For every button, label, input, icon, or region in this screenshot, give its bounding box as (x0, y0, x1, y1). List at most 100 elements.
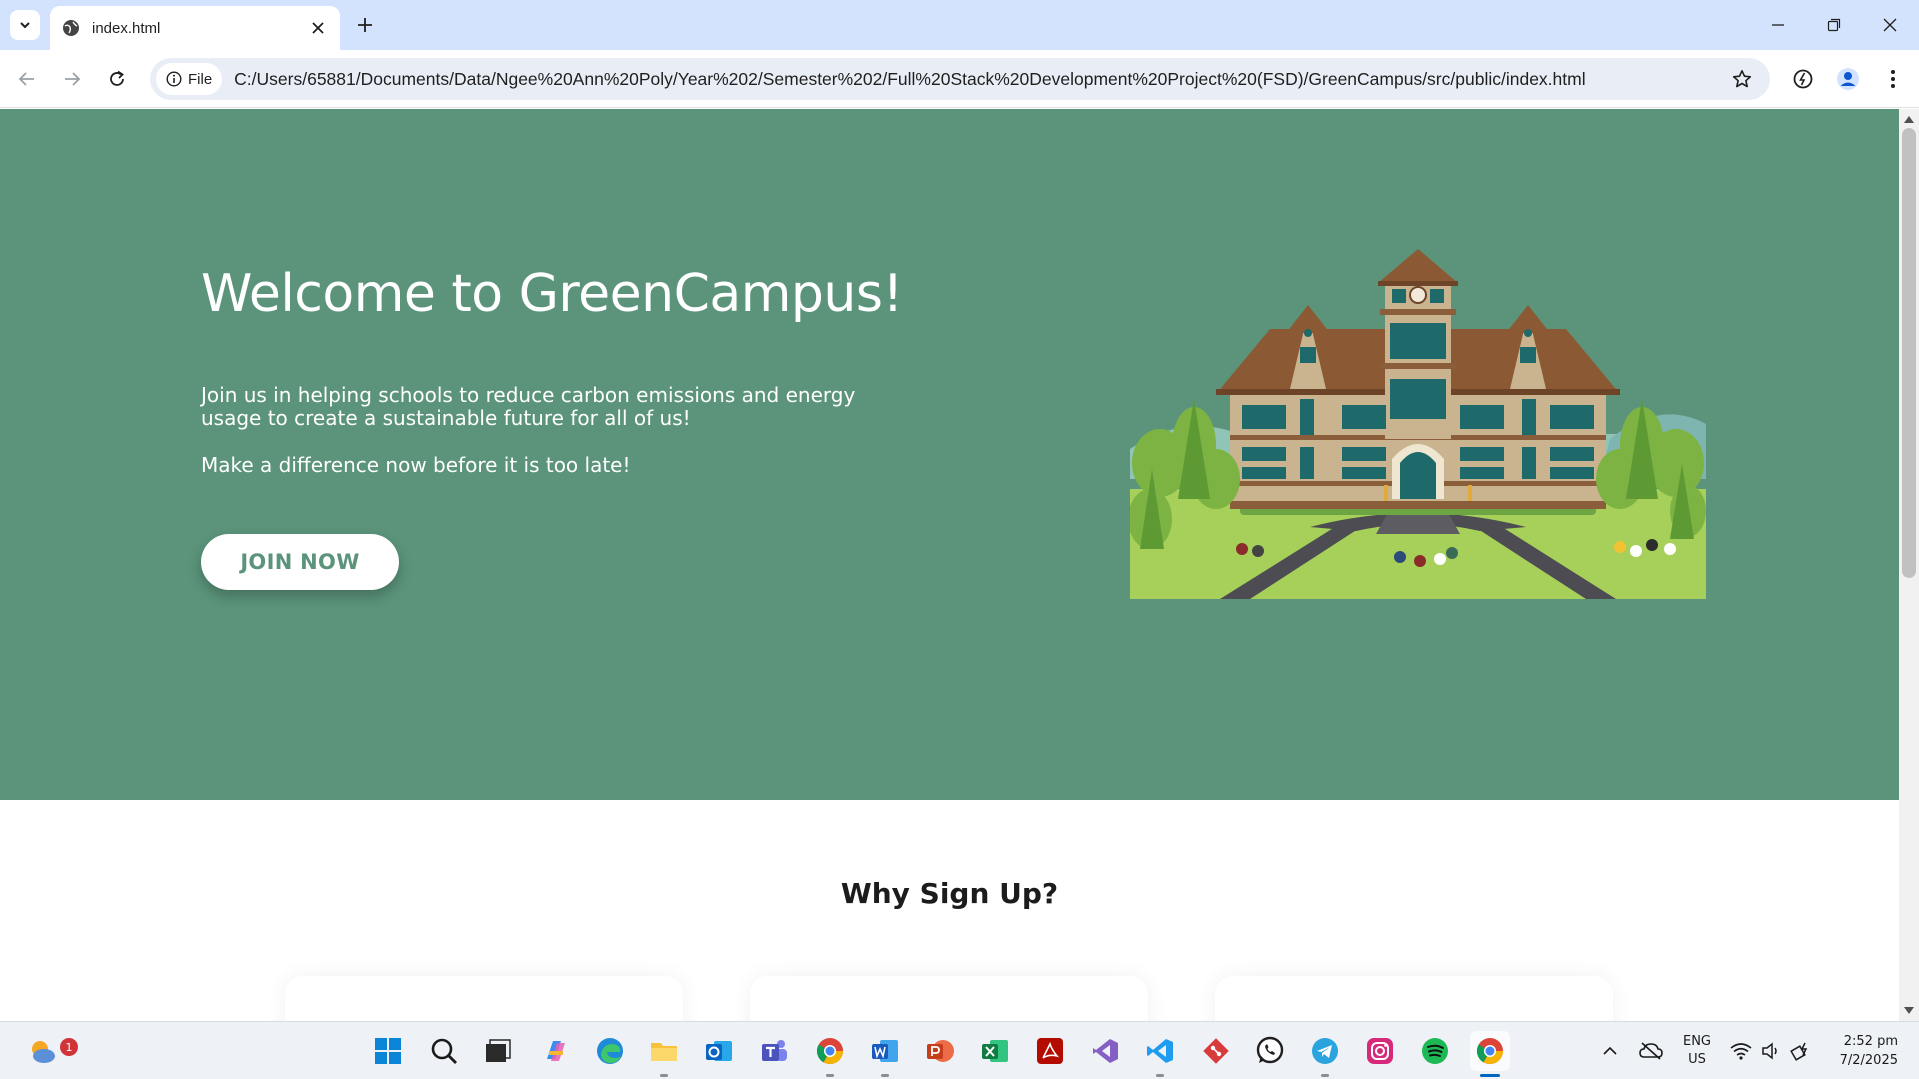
site-info-chip[interactable]: File (156, 63, 223, 95)
scroll-down-button[interactable] (1903, 1005, 1915, 1017)
profile-button[interactable] (1833, 64, 1863, 94)
telegram-icon (1312, 1038, 1338, 1064)
triangle-up-icon (1904, 116, 1914, 123)
taskbar-acrobat[interactable] (1030, 1031, 1070, 1071)
tab-close-button[interactable] (308, 18, 328, 38)
taskbar-vscode[interactable] (1140, 1031, 1180, 1077)
clock[interactable]: 2:52 pm 7/2/2025 (1822, 1030, 1898, 1072)
scroll-up-button[interactable] (1903, 113, 1915, 125)
taskbar-chrome[interactable] (810, 1031, 850, 1077)
quick-settings[interactable] (1730, 1030, 1812, 1072)
cloud-offline-icon (1639, 1042, 1663, 1060)
taskbar-telegram[interactable] (1305, 1031, 1345, 1077)
show-hidden-icons-button[interactable] (1598, 1030, 1622, 1072)
benefit-card (1215, 976, 1613, 1021)
why-sign-up-title: Why Sign Up? (840, 877, 1059, 910)
instagram-icon (1367, 1038, 1393, 1064)
taskbar-visual-studio[interactable] (1085, 1031, 1125, 1071)
running-indicator (1321, 1074, 1329, 1077)
chrome-icon (816, 1038, 844, 1065)
browser-tab-bar: index.html (0, 0, 1919, 50)
teams-icon (762, 1040, 787, 1061)
performance-button[interactable] (1788, 64, 1818, 94)
taskbar-start[interactable] (368, 1031, 408, 1071)
keyboard-layout: US (1688, 1052, 1706, 1067)
taskbar-copilot[interactable] (535, 1031, 575, 1071)
speedometer-icon (1793, 69, 1813, 89)
close-window-button[interactable] (1870, 10, 1910, 40)
globe-icon (63, 20, 79, 36)
taskbar-powerpoint[interactable] (920, 1031, 960, 1071)
bookmark-button[interactable] (1724, 61, 1760, 97)
restore-button[interactable] (1814, 10, 1854, 40)
minimize-icon (1772, 24, 1784, 26)
spotify-icon (1422, 1038, 1448, 1064)
git-diamond-icon (1203, 1038, 1229, 1064)
hero-paragraph: Join us in helping schools to reduce car… (201, 383, 856, 430)
notification-badge: 1 (60, 1038, 78, 1056)
weather-cloud-icon (32, 1041, 55, 1063)
triangle-down-icon (1904, 1007, 1914, 1014)
taskbar-edge[interactable] (590, 1031, 630, 1071)
arrow-left-icon (18, 72, 34, 86)
benefit-card (750, 976, 1148, 1021)
taskbar-task-view[interactable] (478, 1031, 518, 1071)
browser-toolbar: File C:/Users/65881/Documents/Data/Ngee%… (0, 50, 1919, 108)
url-text[interactable]: C:/Users/65881/Documents/Data/Ngee%20Ann… (234, 69, 1724, 90)
taskbar-chrome-active[interactable] (1470, 1031, 1510, 1077)
tab-search-button[interactable] (10, 10, 40, 40)
taskbar-instagram[interactable] (1360, 1031, 1400, 1071)
back-button[interactable] (12, 64, 42, 94)
task-view-icon (486, 1039, 511, 1062)
powerpoint-icon (927, 1040, 954, 1062)
minimize-button[interactable] (1758, 10, 1798, 40)
scrollbar-thumb[interactable] (1902, 128, 1916, 578)
campus-illustration (1130, 249, 1706, 599)
visual-studio-icon (1093, 1039, 1118, 1063)
excel-icon (982, 1040, 1008, 1062)
reload-button[interactable] (102, 64, 132, 94)
outlook-icon (706, 1041, 732, 1061)
taskbar-spotify[interactable] (1415, 1031, 1455, 1071)
chevron-down-icon (20, 22, 30, 29)
close-icon (312, 22, 324, 34)
volume-icon (1762, 1042, 1777, 1060)
hero-cta-text: Make a difference now before it is too l… (201, 453, 631, 477)
vscode-icon (1147, 1039, 1173, 1063)
close-icon (1883, 18, 1897, 32)
weather-widget[interactable]: 1 (22, 1031, 78, 1071)
wifi-icon (1730, 1043, 1752, 1060)
input-language[interactable]: ENG US (1678, 1030, 1716, 1072)
chevron-up-icon (1603, 1046, 1617, 1055)
taskbar-word[interactable] (865, 1031, 905, 1077)
browser-tab-active[interactable]: index.html (50, 6, 340, 50)
taskbar-whatsapp[interactable] (1250, 1031, 1290, 1071)
page-viewport: Welcome to GreenCampus! Join us in helpi… (0, 109, 1899, 1021)
hero-section: Welcome to GreenCampus! Join us in helpi… (0, 109, 1899, 800)
tab-title: index.html (92, 19, 161, 37)
taskbar-git-app[interactable] (1196, 1031, 1236, 1071)
plus-icon (358, 18, 372, 32)
screen: index.html File C:/Users/65881/Documents… (0, 0, 1919, 1079)
taskbar-outlook[interactable] (699, 1031, 739, 1071)
taskbar-excel[interactable] (975, 1031, 1015, 1071)
running-indicator (826, 1074, 834, 1077)
join-now-button[interactable]: JOIN NOW (201, 534, 399, 590)
search-icon (431, 1038, 457, 1064)
avatar-icon (1837, 68, 1859, 90)
address-bar[interactable]: File C:/Users/65881/Documents/Data/Ngee%… (150, 58, 1770, 100)
forward-button[interactable] (57, 64, 87, 94)
taskbar-file-explorer[interactable] (644, 1031, 684, 1077)
new-tab-button[interactable] (352, 12, 378, 38)
language-code: ENG (1682, 1034, 1711, 1049)
clock-time: 2:52 pm (1843, 1034, 1898, 1049)
pdf-icon (1037, 1038, 1063, 1064)
battery-charging-icon (1790, 1042, 1808, 1061)
hero-title: Welcome to GreenCampus! (201, 264, 903, 324)
running-indicator-active (1480, 1074, 1500, 1077)
menu-button[interactable] (1878, 64, 1908, 94)
onedrive-status[interactable] (1636, 1030, 1666, 1072)
taskbar-teams[interactable] (754, 1031, 794, 1071)
taskbar-search[interactable] (424, 1031, 464, 1071)
site-info-label: File (188, 70, 213, 88)
